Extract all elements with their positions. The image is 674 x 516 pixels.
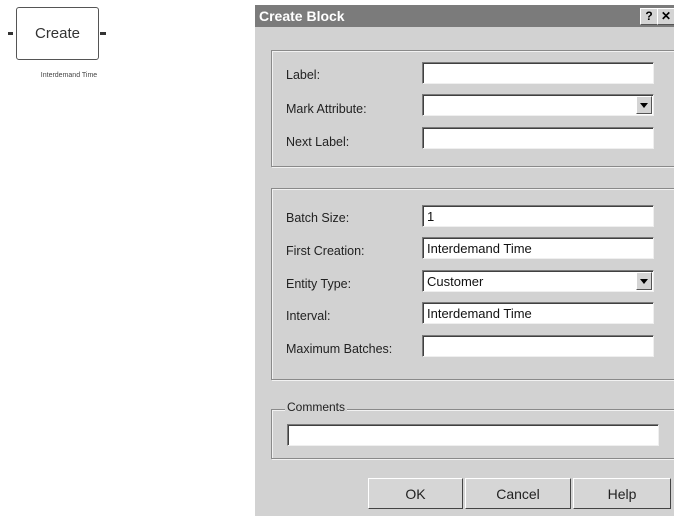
comments-legend: Comments bbox=[285, 400, 348, 414]
dialog-titlebar: Create Block ? ✕ bbox=[255, 5, 674, 27]
create-block-node[interactable]: Create Interdemand Time bbox=[8, 6, 110, 79]
entity-type-label: Entity Type: bbox=[286, 277, 352, 291]
output-port bbox=[100, 32, 106, 35]
mark-attribute-select[interactable] bbox=[422, 94, 654, 116]
first-creation-label: First Creation: bbox=[286, 244, 365, 258]
first-creation-field[interactable]: Interdemand Time bbox=[422, 237, 654, 259]
interval-field[interactable]: Interdemand Time bbox=[422, 302, 654, 324]
comments-field[interactable] bbox=[287, 424, 659, 446]
next-label-field[interactable] bbox=[422, 127, 654, 149]
create-block-label: Create bbox=[16, 7, 99, 60]
entity-type-select[interactable]: Customer bbox=[422, 270, 654, 292]
maximum-batches-field[interactable] bbox=[422, 335, 654, 357]
mark-attribute-label: Mark Attribute: bbox=[286, 102, 367, 116]
dialog-title: Create Block bbox=[259, 8, 345, 24]
ok-button[interactable]: OK bbox=[368, 478, 463, 509]
input-port bbox=[8, 32, 13, 35]
batch-size-label: Batch Size: bbox=[286, 211, 350, 225]
batch-size-field[interactable]: 1 bbox=[422, 205, 654, 227]
help-button[interactable]: Help bbox=[573, 478, 671, 509]
help-icon[interactable]: ? bbox=[640, 8, 658, 25]
maximum-batches-label: Maximum Batches: bbox=[286, 342, 393, 356]
interval-label: Interval: bbox=[286, 309, 331, 323]
create-block-dialog: Create Block ? ✕ Label: Mark Attribute: … bbox=[254, 4, 674, 516]
next-label-label: Next Label: bbox=[286, 135, 350, 149]
block-caption: Interdemand Time bbox=[40, 72, 98, 79]
entity-type-value: Customer bbox=[427, 274, 484, 289]
label-label: Label: bbox=[286, 68, 321, 82]
close-icon[interactable]: ✕ bbox=[657, 8, 674, 25]
chevron-down-icon[interactable] bbox=[636, 272, 652, 290]
chevron-down-icon[interactable] bbox=[636, 96, 652, 114]
cancel-button[interactable]: Cancel bbox=[465, 478, 571, 509]
label-field[interactable] bbox=[422, 62, 654, 84]
